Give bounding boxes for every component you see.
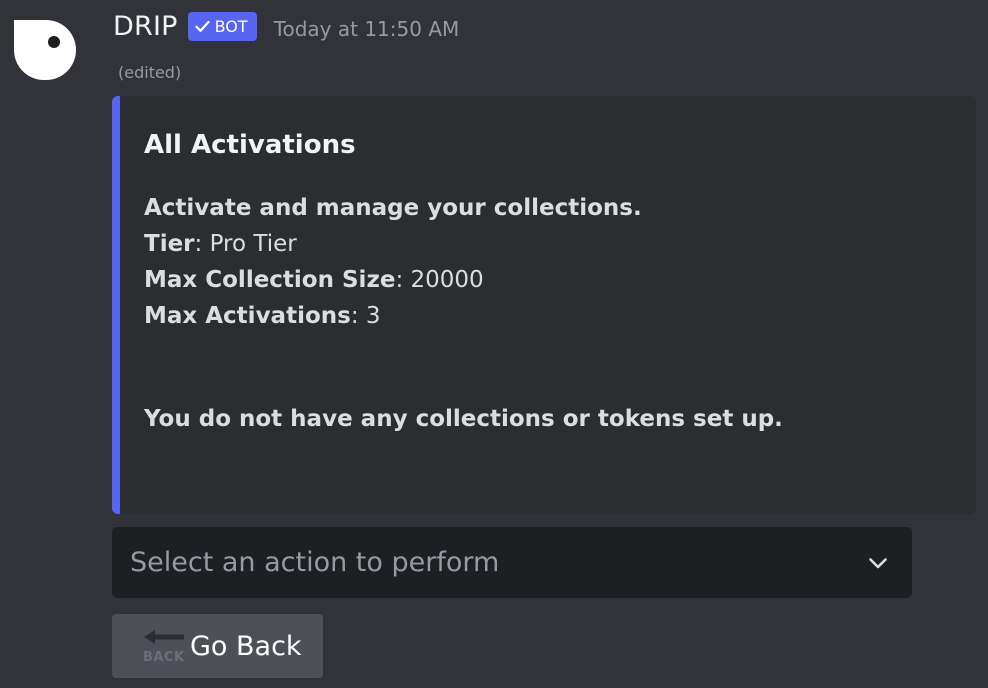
field-value: 20000 (410, 267, 484, 293)
back-emoji-text: BACK (143, 650, 185, 665)
embed-field-max-activations: Max Activations: 3 (144, 298, 642, 334)
field-label: Max Activations (144, 303, 351, 329)
bot-tag-label: BOT (214, 16, 248, 36)
go-back-button[interactable]: BACK Go Back (112, 614, 323, 678)
embed-description: Activate and manage your collections. Ti… (144, 190, 642, 334)
field-separator: : (350, 303, 366, 329)
edited-label: (edited) (118, 63, 182, 82)
select-placeholder: Select an action to perform (130, 547, 500, 578)
bot-tag: BOT (187, 11, 257, 41)
chat-message: DRIP BOT Today at 11:50 AM (edited) All … (0, 0, 988, 688)
back-arrow-icon: BACK (142, 626, 186, 666)
field-value: Pro Tier (209, 231, 297, 257)
go-back-label: Go Back (190, 630, 302, 662)
chevron-down-icon (869, 557, 887, 568)
embed-field-tier: Tier: Pro Tier (144, 226, 642, 262)
embed-card: All Activations Activate and manage your… (112, 96, 976, 514)
avatar-image (14, 20, 76, 80)
action-select-menu[interactable]: Select an action to perform (112, 527, 912, 598)
field-separator: : (395, 267, 411, 293)
field-label: Max Collection Size (144, 267, 396, 293)
field-separator: : (194, 231, 210, 257)
embed-field-max-collection-size: Max Collection Size: 20000 (144, 262, 642, 298)
message-timestamp: Today at 11:50 AM (273, 17, 460, 41)
message-header: DRIP BOT Today at 11:50 AM (113, 8, 459, 44)
embed-notice: You do not have any collections or token… (144, 406, 783, 432)
verified-check-icon (195, 20, 210, 32)
embed-title: All Activations (144, 130, 356, 160)
field-value: 3 (365, 303, 381, 329)
embed-subtitle: Activate and manage your collections. (144, 195, 642, 221)
field-label: Tier (144, 231, 195, 257)
bot-avatar[interactable] (10, 16, 76, 82)
author-name[interactable]: DRIP (113, 11, 178, 42)
